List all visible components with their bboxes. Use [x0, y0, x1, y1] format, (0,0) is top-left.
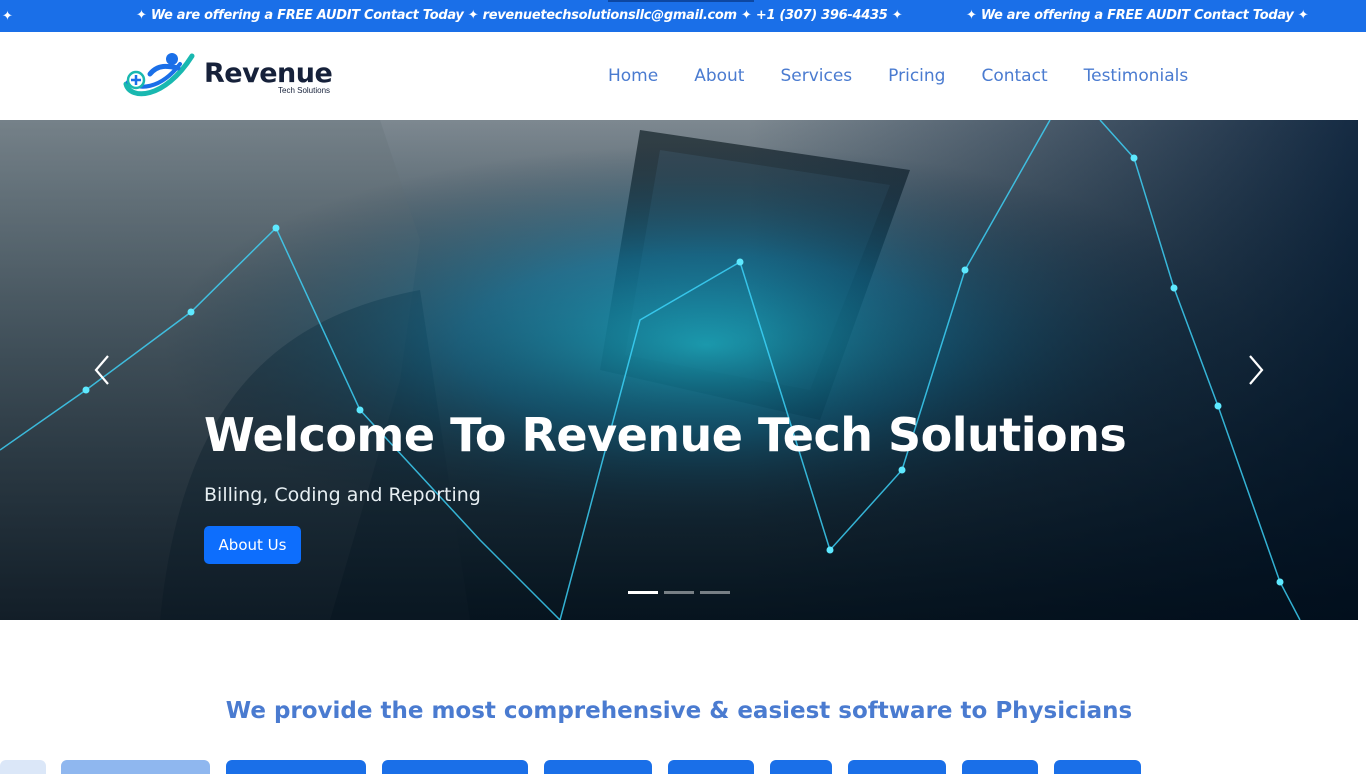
navbar: Revenue Tech Solutions Home About Servic…	[0, 32, 1366, 120]
logo-mark-icon	[123, 53, 195, 97]
about-us-button[interactable]: About Us	[204, 526, 301, 564]
software-logo	[61, 760, 210, 774]
nav-item-about[interactable]: About	[694, 66, 744, 86]
software-logo	[382, 760, 528, 774]
nav-item-services[interactable]: Services	[780, 66, 852, 86]
hero-carousel: Welcome To Revenue Tech Solutions Billin…	[0, 120, 1358, 620]
carousel-next-button[interactable]	[1240, 352, 1270, 388]
ticker-message: ✦ We are offering a FREE AUDIT Contact T…	[136, 8, 903, 23]
carousel-prev-button[interactable]	[88, 352, 118, 388]
carousel-indicator-3[interactable]	[700, 591, 730, 594]
software-logos-strip	[0, 760, 1366, 774]
carousel-indicators	[628, 591, 736, 594]
software-logo	[668, 760, 754, 774]
logo-wordmark: Revenue	[204, 58, 333, 89]
software-logo	[226, 760, 366, 774]
software-logo	[848, 760, 946, 774]
logo[interactable]: Revenue Tech Solutions	[120, 50, 350, 102]
logo-tagline: Tech Solutions	[278, 86, 331, 95]
software-logo	[0, 760, 46, 774]
software-logo	[544, 760, 652, 774]
carousel-indicator-2[interactable]	[664, 591, 694, 594]
nav-item-pricing[interactable]: Pricing	[888, 66, 945, 86]
nav-item-home[interactable]: Home	[608, 66, 658, 86]
hero-title: Welcome To Revenue Tech Solutions	[204, 408, 1127, 462]
ticker-message-repeat: ✦ We are offering a FREE AUDIT Contact T…	[966, 8, 1309, 23]
section-tagline: We provide the most comprehensive & easi…	[225, 698, 1133, 724]
software-logo	[962, 760, 1038, 774]
announcement-ticker: ✦ ✦ We are offering a FREE AUDIT Contact…	[0, 0, 1366, 32]
nav-item-contact[interactable]: Contact	[981, 66, 1047, 86]
software-logo	[770, 760, 832, 774]
ticker-star: ✦	[2, 8, 13, 23]
carousel-indicator-1[interactable]	[628, 591, 658, 594]
software-logo	[1054, 760, 1141, 774]
nav-item-testimonials[interactable]: Testimonials	[1084, 66, 1189, 86]
hero-subtitle: Billing, Coding and Reporting	[204, 484, 481, 506]
main-nav: Home About Services Pricing Contact Test…	[590, 32, 1206, 120]
